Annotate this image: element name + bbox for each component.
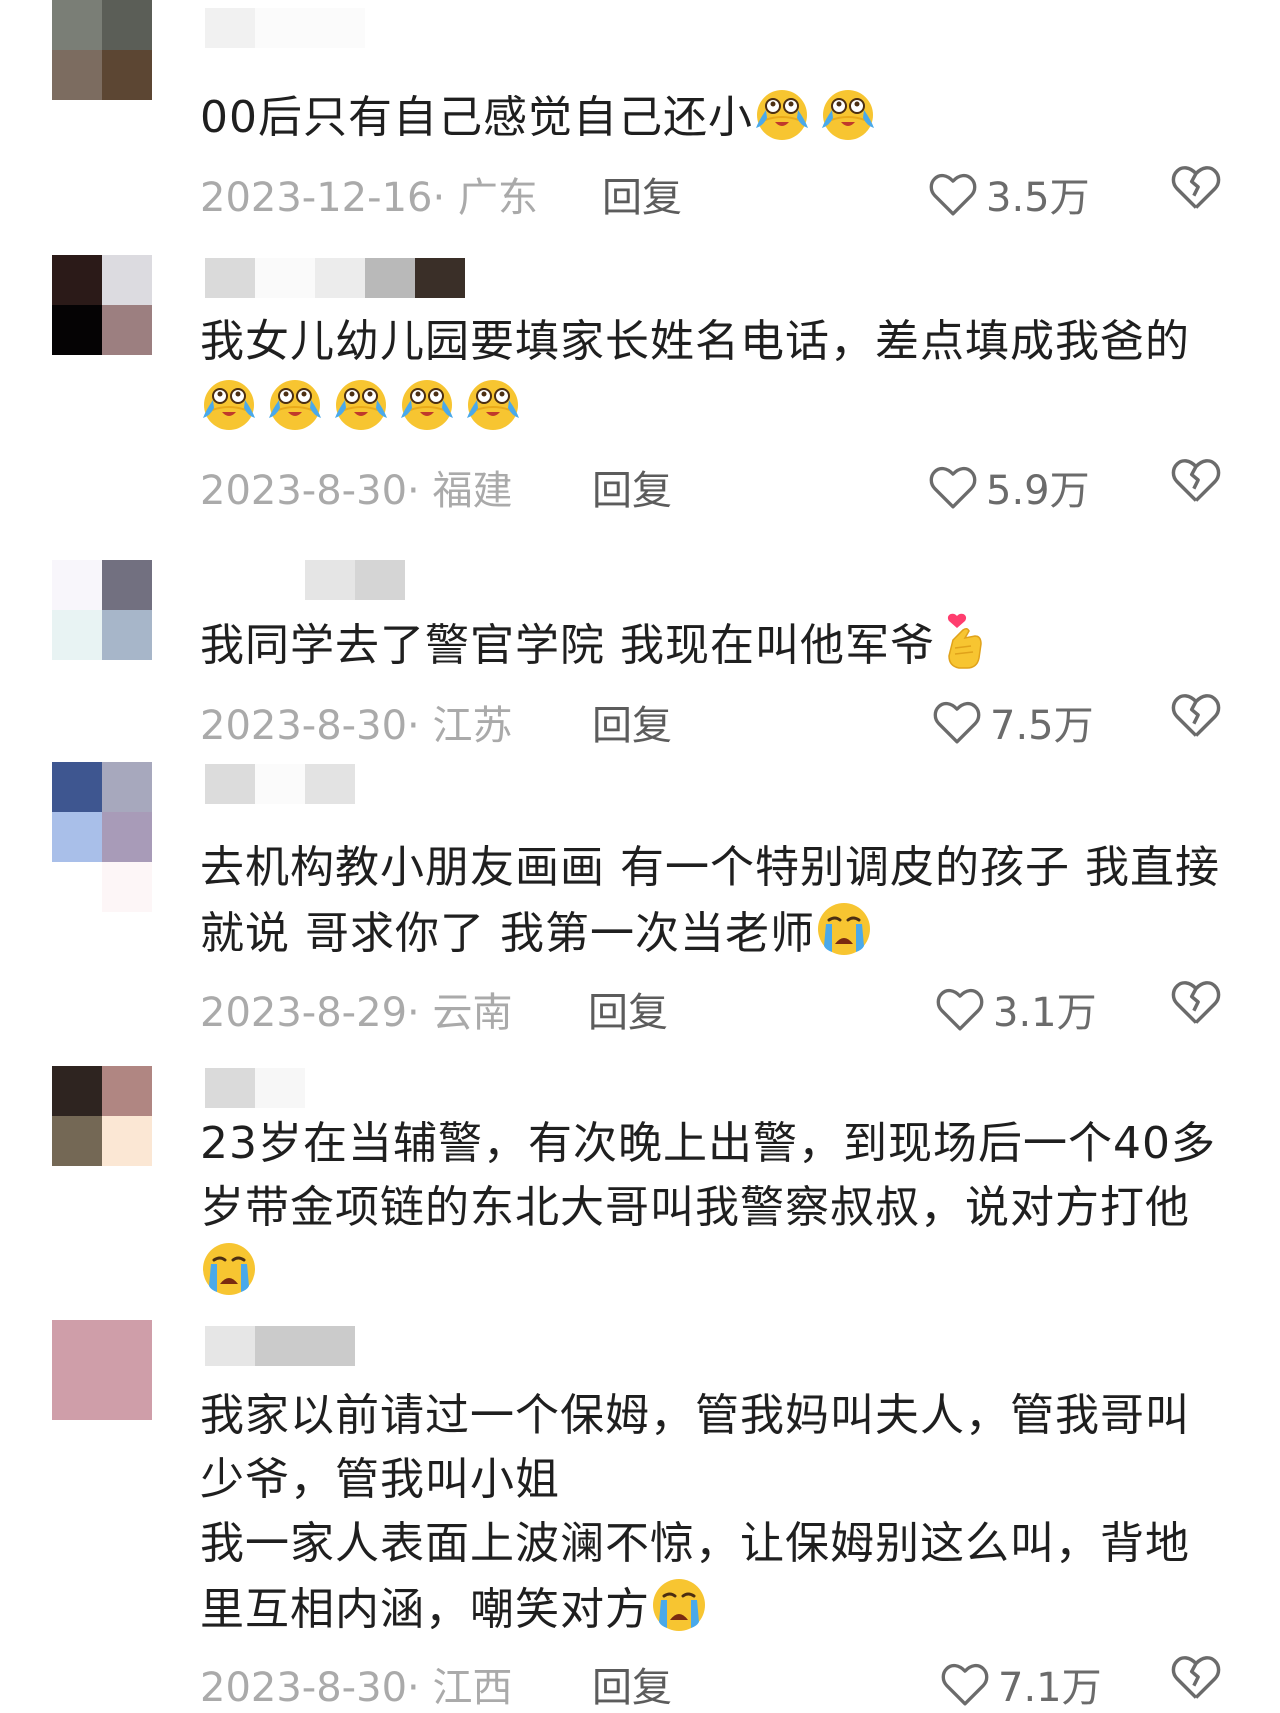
like-count: 5.9万 <box>986 468 1090 514</box>
crying-tears-emoji <box>753 84 811 142</box>
crying-tears-emoji <box>332 374 390 432</box>
like-count: 7.5万 <box>990 703 1094 749</box>
loudly-crying-emoji <box>650 1576 708 1634</box>
heart-icon <box>936 988 984 1031</box>
loudly-crying-emoji <box>815 900 873 958</box>
broken-heart-icon <box>1171 694 1221 737</box>
like-button[interactable]: 5.9万 <box>928 458 1090 516</box>
broken-heart-icon <box>1171 166 1221 209</box>
comment-date-location: 2023-8-29· 云南 <box>200 990 513 1036</box>
reply-button[interactable]: 回复 <box>592 693 672 751</box>
comment-text: 我同学去了警官学院 我现在叫他军爷 <box>200 612 1230 678</box>
like-button[interactable]: 7.5万 <box>932 693 1094 751</box>
comment-date-location: 2023-8-30· 福建 <box>200 468 513 514</box>
avatar[interactable] <box>52 762 152 912</box>
username-blurred[interactable] <box>205 258 465 298</box>
dislike-button[interactable] <box>1170 978 1222 1036</box>
broken-heart-icon <box>1171 459 1221 502</box>
username-blurred[interactable] <box>305 560 405 600</box>
avatar[interactable] <box>52 0 152 100</box>
avatar[interactable] <box>52 1320 152 1420</box>
crying-tears-emoji <box>819 84 877 142</box>
comment-text: 去机构教小朋友画画 有一个特别调皮的孩子 我直接就说 哥求你了 我第一次当老师 <box>200 842 1220 959</box>
crying-tears-emoji <box>398 374 456 432</box>
like-button[interactable]: 3.1万 <box>935 980 1097 1038</box>
like-button[interactable]: 7.1万 <box>940 1655 1102 1713</box>
comment-text: 我家以前请过一个保姆，管我妈叫夫人，管我哥叫少爷，管我叫小姐 我一家人表面上波澜… <box>200 1390 1190 1635</box>
avatar[interactable] <box>52 255 152 355</box>
heart-icon <box>929 173 977 216</box>
comment-date-location: 2023-12-16· 广东 <box>200 175 538 221</box>
reply-button[interactable]: 回复 <box>592 458 672 516</box>
crying-tears-emoji <box>200 374 258 432</box>
avatar[interactable] <box>52 1066 152 1166</box>
like-button[interactable]: 3.5万 <box>928 165 1090 223</box>
dislike-button[interactable] <box>1170 691 1222 749</box>
heart-icon <box>941 1663 989 1706</box>
username-blurred[interactable] <box>205 8 365 48</box>
like-count: 3.5万 <box>986 175 1090 221</box>
broken-heart-icon <box>1171 981 1221 1024</box>
dislike-button[interactable] <box>1170 1653 1222 1711</box>
like-count: 7.1万 <box>998 1665 1102 1711</box>
comment-meta: 2023-8-30· 江苏 回复 7.5万 <box>200 693 1230 749</box>
reply-button[interactable]: 回复 <box>592 1655 672 1713</box>
loudly-crying-emoji <box>200 1240 258 1298</box>
reply-button[interactable]: 回复 <box>588 980 668 1038</box>
comment-meta: 2023-8-30· 福建 回复 5.9万 <box>200 458 1230 514</box>
crying-tears-emoji <box>464 374 522 432</box>
comment-date-location: 2023-8-30· 江西 <box>200 1665 513 1711</box>
comment-text: 我女儿幼儿园要填家长姓名电话，差点填成我爸的 <box>200 310 1230 440</box>
username-blurred[interactable] <box>205 764 355 804</box>
dislike-button[interactable] <box>1170 163 1222 221</box>
comment-text: 00后只有自己感觉自己还小 <box>200 84 1230 150</box>
reply-button[interactable]: 回复 <box>602 165 682 223</box>
like-count: 3.1万 <box>993 990 1097 1036</box>
comment-meta: 2023-12-16· 广东 回复 3.5万 <box>200 165 1230 221</box>
comment-meta: 2023-8-30· 江西 回复 7.1万 <box>200 1655 1230 1711</box>
broken-heart-icon <box>1171 1656 1221 1699</box>
comment-meta: 2023-8-29· 云南 回复 3.1万 <box>200 980 1230 1036</box>
username-blurred[interactable] <box>205 1326 355 1366</box>
dislike-button[interactable] <box>1170 456 1222 514</box>
comment-text: 23岁在当辅警，有次晚上出警，到现场后一个40多岁带金项链的东北大哥叫我警察叔叔… <box>200 1112 1230 1306</box>
comment-date-location: 2023-8-30· 江苏 <box>200 703 513 749</box>
heart-icon <box>933 701 981 744</box>
username-blurred[interactable] <box>205 1068 305 1108</box>
finger-heart-emoji <box>935 612 993 670</box>
heart-icon <box>929 466 977 509</box>
crying-tears-emoji <box>266 374 324 432</box>
avatar[interactable] <box>52 560 152 660</box>
